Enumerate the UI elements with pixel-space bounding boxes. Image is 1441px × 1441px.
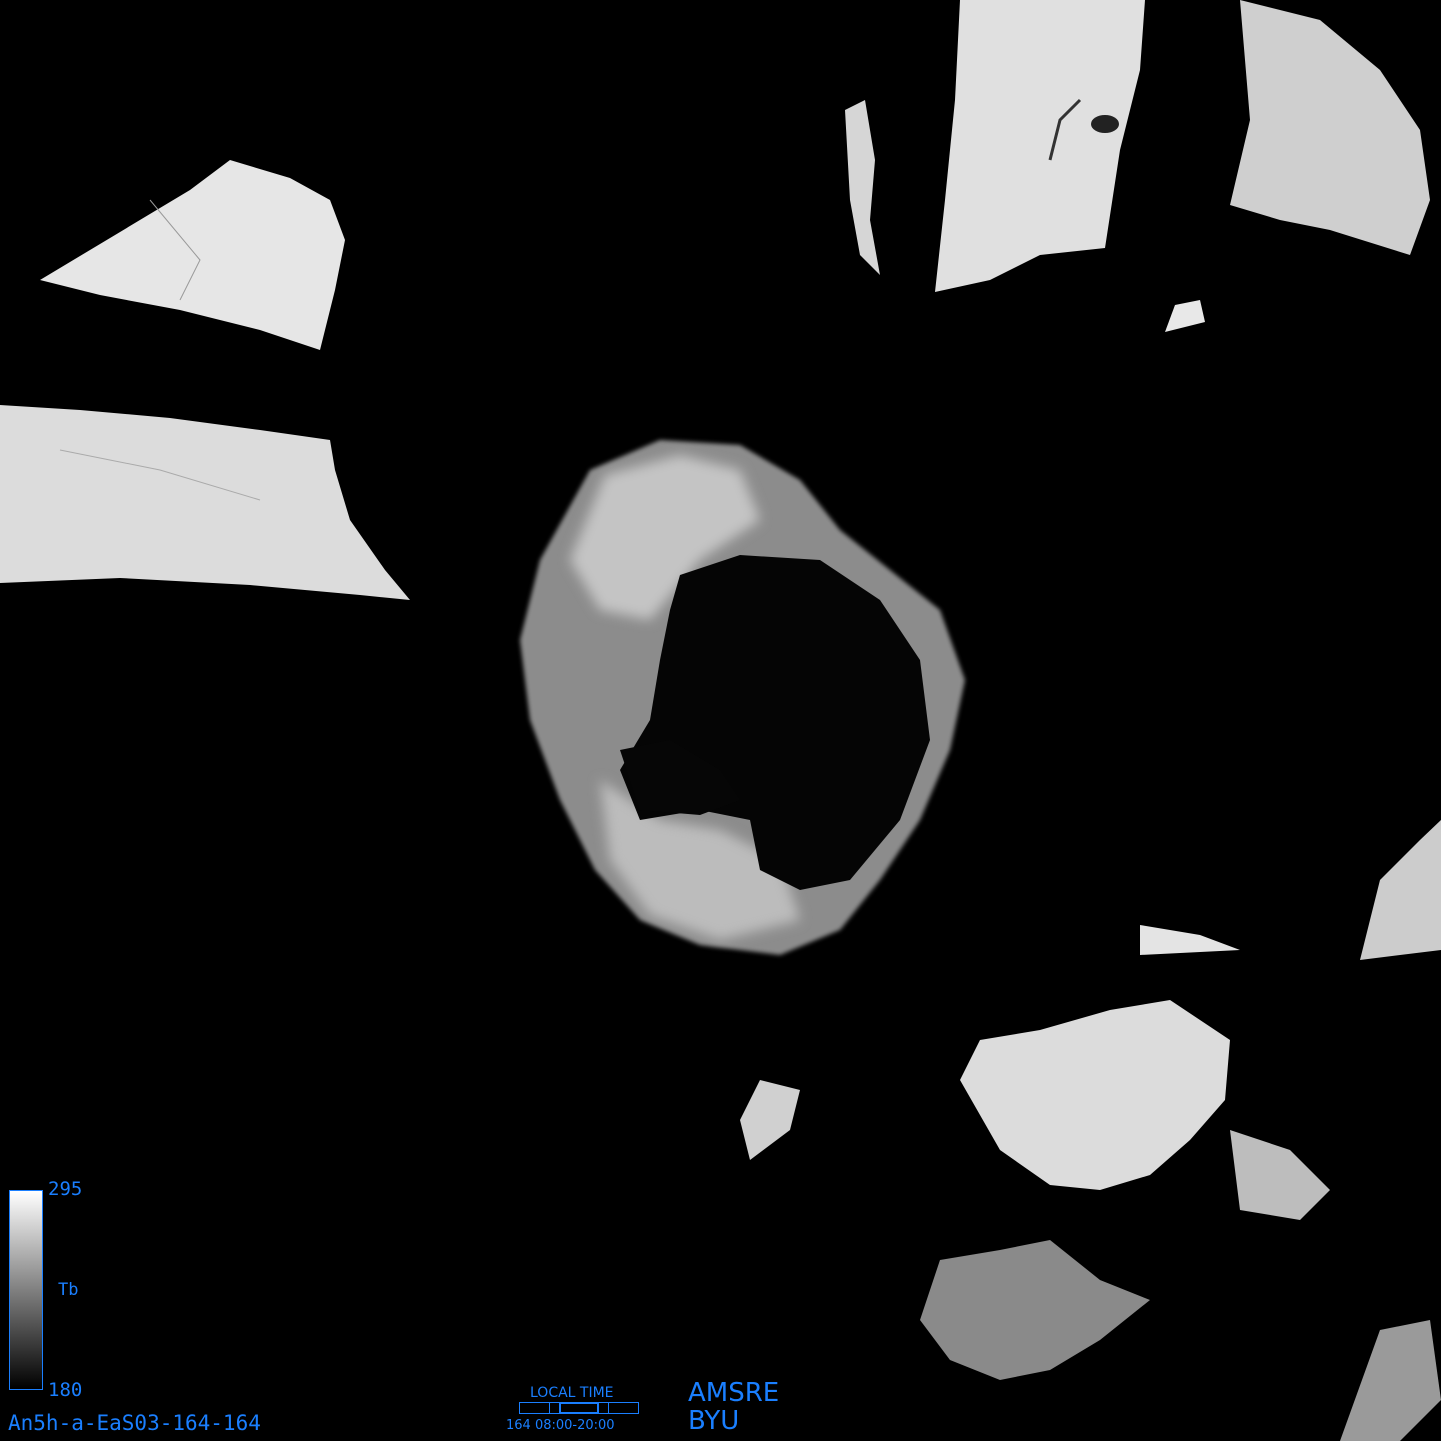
colorbar	[9, 1190, 43, 1390]
organization-label: BYU	[688, 1406, 740, 1436]
local-time-tick	[549, 1402, 550, 1414]
local-time-window	[559, 1402, 599, 1414]
land-region-asia	[1165, 0, 1430, 332]
local-time-tick	[608, 1402, 609, 1414]
land-region-antarctica	[520, 440, 965, 955]
image-id-label: An5h-a-EaS03-164-164	[8, 1411, 261, 1435]
land-region-south-america	[0, 160, 410, 600]
satellite-image: 295 Tb 180 An5h-a-EaS03-164-164 LOCAL TI…	[0, 0, 1441, 1441]
local-time-label: LOCAL TIME	[530, 1385, 614, 1401]
colorbar-max-label: 295	[48, 1178, 83, 1200]
sensor-label: AMSRE	[688, 1378, 780, 1408]
colorbar-min-label: 180	[48, 1379, 83, 1401]
colorbar-variable-label: Tb	[58, 1280, 79, 1300]
brightness-temperature-map	[0, 0, 1441, 1441]
local-time-range: 164 08:00-20:00	[506, 1418, 615, 1433]
land-region-africa	[845, 0, 1145, 292]
